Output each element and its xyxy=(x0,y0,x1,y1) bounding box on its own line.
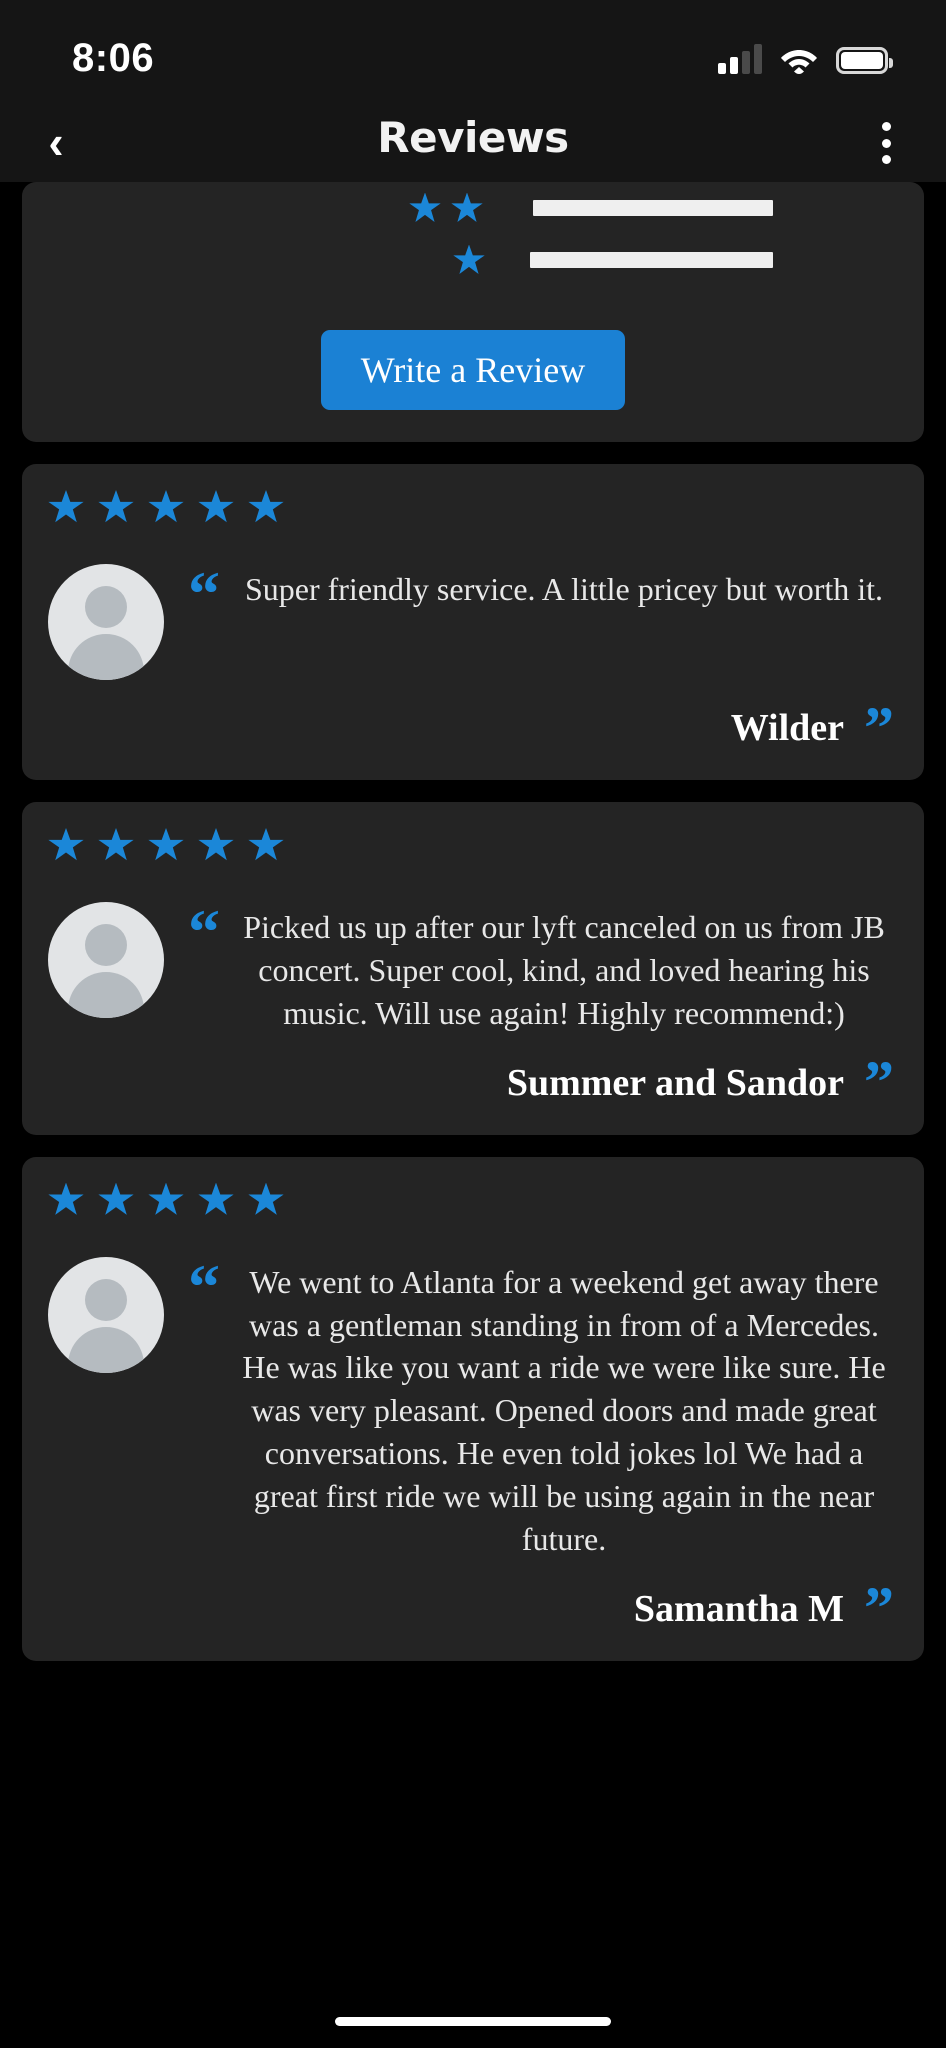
review-star-rating xyxy=(48,490,898,524)
quote-close-icon: ” xyxy=(864,1049,894,1116)
rating-bar-fill xyxy=(532,200,773,216)
reviewer-name: Summer and Sandor xyxy=(506,1061,844,1104)
rating-bar-fill xyxy=(530,252,773,268)
star-icon xyxy=(198,828,234,861)
review-text: Picked us up after our lyft canceled on … xyxy=(243,909,885,1031)
page-title: Reviews xyxy=(377,113,569,162)
star-icon xyxy=(48,828,84,861)
star-icon xyxy=(453,244,485,274)
star-icon xyxy=(451,192,483,222)
review-card: “ Picked us up after our lyft canceled o… xyxy=(22,802,924,1135)
review-card: “ We went to Atlanta for a weekend get a… xyxy=(22,1156,924,1661)
rating-row-stars xyxy=(409,192,513,224)
overflow-menu-icon[interactable] xyxy=(862,118,910,168)
star-icon xyxy=(148,828,184,861)
star-icon xyxy=(48,1182,84,1215)
phone-screen: 8:06 ‹ Reviews Write a Review “ Super fr… xyxy=(0,0,946,2048)
cellular-signal-icon xyxy=(718,44,762,74)
review-star-rating xyxy=(48,1182,898,1217)
star-icon xyxy=(409,192,441,222)
review-text: We went to Atlanta for a weekend get awa… xyxy=(242,1263,886,1557)
quote-open-icon: “ xyxy=(188,896,220,967)
reviewer-name: Wilder xyxy=(730,707,844,749)
avatar xyxy=(48,564,164,680)
reviews-scroll-area[interactable]: Write a Review “ Super friendly service.… xyxy=(0,182,946,1972)
star-icon xyxy=(248,828,284,861)
star-icon xyxy=(98,1182,134,1215)
star-icon xyxy=(198,1182,234,1215)
rating-bar-row xyxy=(173,182,773,234)
star-icon xyxy=(198,490,234,523)
reviewer-name: Samantha M xyxy=(633,1587,844,1630)
status-bar-icons xyxy=(718,40,893,74)
quote-close-icon: ” xyxy=(864,694,894,761)
avatar xyxy=(48,1256,164,1373)
avatar xyxy=(48,902,164,1018)
star-icon xyxy=(48,490,84,523)
quote-open-icon: “ xyxy=(188,1250,220,1322)
status-bar-time: 8:06 xyxy=(72,36,155,80)
star-icon xyxy=(98,828,134,861)
navigation-bar: ‹ Reviews xyxy=(0,100,946,182)
rating-bar-row xyxy=(173,234,773,286)
review-star-rating xyxy=(48,828,898,862)
battery-full-icon xyxy=(836,47,893,74)
wifi-icon xyxy=(780,46,818,74)
review-card: “ Super friendly service. A little price… xyxy=(22,464,924,780)
star-icon xyxy=(148,490,184,523)
quote-close-icon: ” xyxy=(864,1575,894,1642)
write-a-review-button[interactable]: Write a Review xyxy=(320,330,626,410)
status-bar: 8:06 xyxy=(0,0,946,100)
home-indicator[interactable] xyxy=(335,2017,611,2026)
star-icon xyxy=(248,1182,284,1215)
rating-summary-card: Write a Review xyxy=(22,182,924,442)
review-text: Super friendly service. A little pricey … xyxy=(244,571,884,607)
star-icon xyxy=(248,490,284,523)
star-icon xyxy=(98,490,134,523)
star-icon xyxy=(148,1182,184,1215)
quote-open-icon: “ xyxy=(188,558,220,629)
